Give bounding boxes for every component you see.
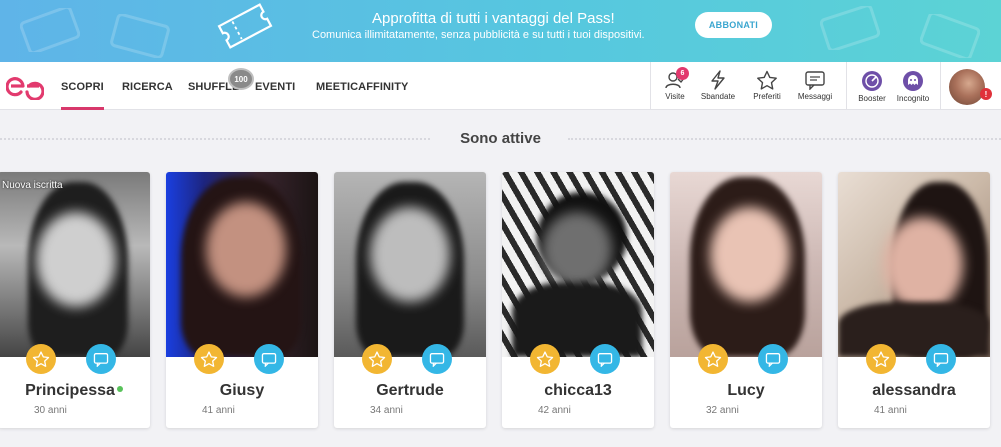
profile-name[interactable]: alessandra: [838, 382, 990, 400]
star-icon: [368, 351, 386, 367]
message-button[interactable]: [590, 344, 620, 374]
profile-card[interactable]: Giusy 41 anni: [166, 172, 318, 428]
profile-age: 30 anni: [34, 405, 67, 416]
profile-card[interactable]: Nuova iscritta Principessa 30 anni: [0, 172, 150, 428]
message-icon: [93, 352, 109, 367]
pass-ticket-icon: [217, 3, 273, 49]
profile-name[interactable]: Lucy: [670, 382, 822, 400]
incognito-button[interactable]: Incognito: [888, 70, 938, 103]
ticket-pattern-icon: [920, 14, 980, 58]
profile-photo[interactable]: [670, 172, 822, 357]
banner-subtitle: Comunica illimitatamente, senza pubblici…: [312, 29, 645, 41]
messaggi-button[interactable]: Messaggi: [790, 70, 840, 101]
profile-name[interactable]: Giusy: [166, 382, 318, 400]
section-title: Sono attive: [460, 130, 541, 147]
favorite-button[interactable]: [362, 344, 392, 374]
messaggi-label: Messaggi: [797, 92, 833, 101]
profile-card[interactable]: chicca13 42 anni: [502, 172, 654, 428]
shuffle-count-badge: 100: [228, 68, 254, 90]
ticket-pattern-icon: [20, 8, 80, 52]
preferiti-button[interactable]: Preferiti: [742, 70, 792, 101]
message-icon: [429, 352, 445, 367]
message-icon: [933, 352, 949, 367]
message-button[interactable]: [86, 344, 116, 374]
sbandate-label: Sbandate: [700, 92, 736, 101]
profile-card[interactable]: alessandra 41 anni: [838, 172, 990, 428]
message-icon: [261, 352, 277, 367]
ticket-pattern-icon: [110, 14, 170, 58]
profile-age: 34 anni: [370, 405, 403, 416]
booster-icon: [862, 71, 882, 91]
favorite-button[interactable]: [194, 344, 224, 374]
message-button[interactable]: [758, 344, 788, 374]
profile-card[interactable]: Gertrude 34 anni: [334, 172, 486, 428]
profile-age: 41 anni: [874, 405, 907, 416]
nav-eventi[interactable]: EVENTI: [255, 81, 295, 93]
profile-age: 42 anni: [538, 405, 571, 416]
favorite-button[interactable]: [26, 344, 56, 374]
favorite-button[interactable]: [530, 344, 560, 374]
sbandate-button[interactable]: Sbandate: [693, 70, 743, 101]
profile-photo[interactable]: [838, 172, 990, 357]
incognito-icon: [903, 71, 923, 91]
profile-name-row[interactable]: Principessa: [0, 382, 150, 400]
star-icon: [32, 351, 50, 367]
nav-ricerca[interactable]: RICERCA: [122, 81, 173, 93]
favorite-button[interactable]: [698, 344, 728, 374]
star-icon: [872, 351, 890, 367]
flash-icon: [711, 70, 725, 90]
nav-scopri[interactable]: SCOPRI: [61, 81, 104, 110]
profile-age: 32 anni: [706, 405, 739, 416]
star-icon: [200, 351, 218, 367]
favorite-button[interactable]: [866, 344, 896, 374]
banner-title: Approfitta di tutti i vantaggi del Pass!: [372, 10, 615, 27]
profile-photo[interactable]: [502, 172, 654, 357]
star-icon: [536, 351, 554, 367]
meetic-logo-icon[interactable]: [6, 72, 44, 100]
message-button[interactable]: [254, 344, 284, 374]
profile-card[interactable]: Lucy 32 anni: [670, 172, 822, 428]
profile-age: 41 anni: [202, 405, 235, 416]
message-icon: [805, 71, 825, 90]
message-button[interactable]: [926, 344, 956, 374]
profile-name: Principessa: [25, 382, 115, 399]
star-icon: [757, 70, 777, 90]
message-icon: [765, 352, 781, 367]
profile-name[interactable]: Gertrude: [334, 382, 486, 400]
star-icon: [704, 351, 722, 367]
profile-photo[interactable]: Nuova iscritta: [0, 172, 150, 357]
message-icon: [597, 352, 613, 367]
preferiti-label: Preferiti: [753, 92, 781, 101]
new-member-badge: Nuova iscritta: [2, 180, 63, 191]
pass-promo-banner: Approfitta di tutti i vantaggi del Pass!…: [0, 0, 1001, 62]
ticket-pattern-icon: [820, 6, 880, 50]
incognito-label: Incognito: [896, 94, 930, 103]
online-indicator: [116, 386, 123, 392]
visits-count-badge: 6: [676, 67, 689, 80]
nav-divider: [940, 62, 941, 109]
profile-photo[interactable]: [334, 172, 486, 357]
main-navbar: SCOPRI RICERCA SHUFFLE EVENTI MEETICAFFI…: [0, 62, 1001, 110]
profile-alert-badge: !: [980, 88, 992, 100]
profile-name[interactable]: chicca13: [502, 382, 654, 400]
nav-meeticaffinity[interactable]: MEETICAFFINITY: [316, 81, 408, 93]
message-button[interactable]: [422, 344, 452, 374]
user-avatar[interactable]: [949, 69, 985, 105]
profile-photo[interactable]: [166, 172, 318, 357]
subscribe-button[interactable]: ABBONATI: [695, 12, 772, 38]
